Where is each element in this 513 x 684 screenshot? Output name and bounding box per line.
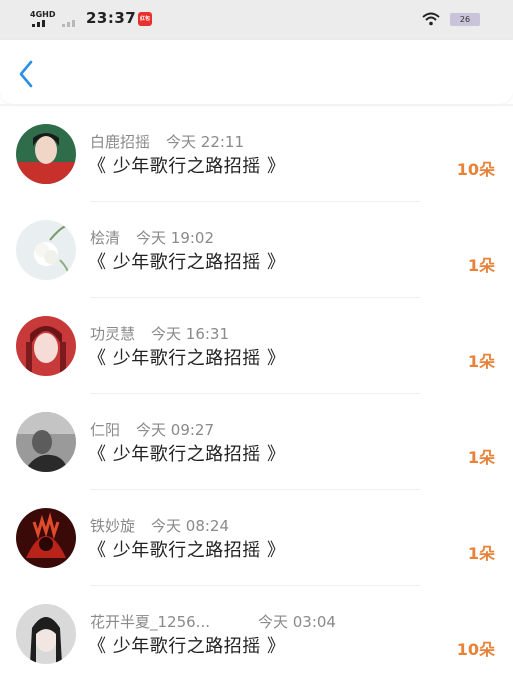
book-title: 《 少年歌行之路招摇 》 <box>88 540 286 561</box>
avatar[interactable] <box>16 220 76 280</box>
avatar[interactable] <box>16 412 76 472</box>
record-time: 今天 09:27 <box>136 420 215 439</box>
record-meta: 花开半夏_1256... 今天 03:04 <box>90 611 336 631</box>
gift-record-list: 白鹿招摇 今天 22:11 《 少年歌行之路招摇 》 10朵 桧清 今天 19:… <box>0 106 513 682</box>
sender-name: 铁妙旋 <box>90 516 136 535</box>
record-meta: 仁阳 今天 09:27 <box>90 419 214 439</box>
book-title: 《 少年歌行之路招摇 》 <box>88 444 286 465</box>
record-time: 今天 08:24 <box>151 516 230 535</box>
list-item[interactable]: 白鹿招摇 今天 22:11 《 少年歌行之路招摇 》 10朵 <box>0 106 513 202</box>
gift-amount: 1朵 <box>467 352 495 371</box>
list-item[interactable]: 花开半夏_1256... 今天 03:04 《 少年歌行之路招摇 》 10朵 <box>0 586 513 682</box>
gift-amount: 1朵 <box>467 448 495 467</box>
status-bar: 4GHD 23:37 红包 26 <box>0 0 513 40</box>
record-meta: 白鹿招摇 今天 22:11 <box>90 131 244 151</box>
book-title: 《 少年歌行之路招摇 》 <box>88 636 286 657</box>
nav-bar <box>0 40 513 104</box>
sender-name: 桧清 <box>90 228 121 247</box>
avatar[interactable] <box>16 124 76 184</box>
signal-secondary-icon <box>62 20 75 27</box>
list-item[interactable]: 桧清 今天 19:02 《 少年歌行之路招摇 》 1朵 <box>0 202 513 298</box>
record-time: 今天 03:04 <box>257 612 336 631</box>
wifi-icon <box>422 12 440 26</box>
avatar[interactable] <box>16 604 76 664</box>
gift-amount: 10朵 <box>456 640 495 659</box>
network-type: 4GHD <box>30 10 56 19</box>
record-time: 今天 22:11 <box>166 132 245 151</box>
battery-indicator: 26 <box>450 13 480 26</box>
record-time: 今天 16:31 <box>151 324 230 343</box>
app-notification-icon: 红包 <box>138 12 152 26</box>
sender-name: 仁阳 <box>90 420 121 439</box>
book-title: 《 少年歌行之路招摇 》 <box>88 156 286 177</box>
signal-strength-icon <box>32 20 45 27</box>
list-item[interactable]: 功灵慧 今天 16:31 《 少年歌行之路招摇 》 1朵 <box>0 298 513 394</box>
record-meta: 铁妙旋 今天 08:24 <box>90 515 229 535</box>
chevron-left-icon <box>19 60 33 88</box>
back-button[interactable] <box>10 58 42 90</box>
book-title: 《 少年歌行之路招摇 》 <box>88 252 286 273</box>
avatar[interactable] <box>16 316 76 376</box>
record-time: 今天 19:02 <box>136 228 215 247</box>
gift-amount: 1朵 <box>467 256 495 275</box>
avatar[interactable] <box>16 508 76 568</box>
sender-name: 功灵慧 <box>90 324 136 343</box>
sender-name: 白鹿招摇 <box>90 132 151 151</box>
record-meta: 桧清 今天 19:02 <box>90 227 214 247</box>
book-title: 《 少年歌行之路招摇 》 <box>88 348 286 369</box>
list-item[interactable]: 铁妙旋 今天 08:24 《 少年歌行之路招摇 》 1朵 <box>0 490 513 586</box>
gift-amount: 1朵 <box>467 544 495 563</box>
gift-amount: 10朵 <box>456 160 495 179</box>
status-time: 23:37 <box>86 9 137 27</box>
record-meta: 功灵慧 今天 16:31 <box>90 323 229 343</box>
sender-name: 花开半夏_1256... <box>90 612 210 631</box>
list-item[interactable]: 仁阳 今天 09:27 《 少年歌行之路招摇 》 1朵 <box>0 394 513 490</box>
